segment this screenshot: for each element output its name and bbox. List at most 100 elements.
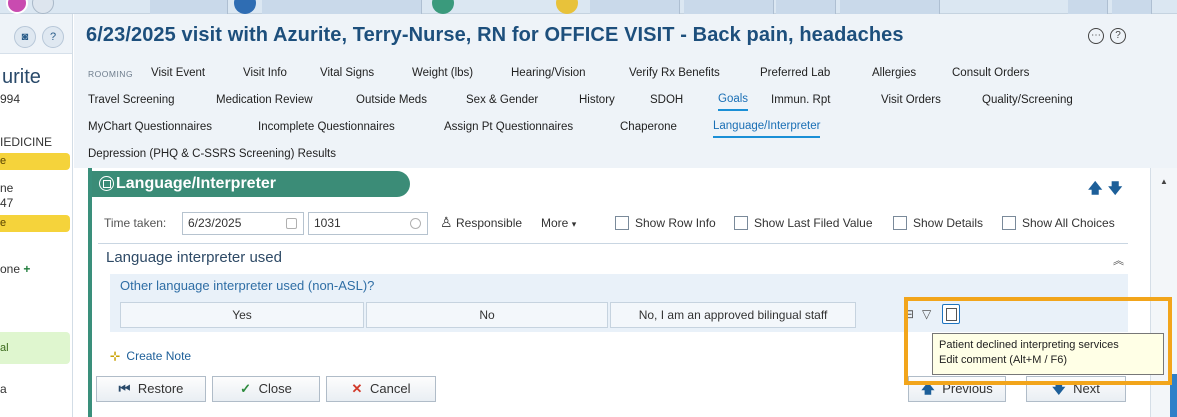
restore-button[interactable]: ⏮ Restore	[96, 376, 206, 402]
date-input[interactable]: 6/23/2025	[182, 212, 304, 235]
nav-link[interactable]: Incomplete Questionnaires	[258, 116, 395, 138]
activity-tab[interactable]	[150, 0, 228, 14]
nav-link[interactable]: History	[579, 89, 615, 111]
nav-link[interactable]: Vital Signs	[320, 62, 374, 84]
show-details-label[interactable]: Show Details	[913, 216, 983, 230]
alert-badge[interactable]: e	[0, 153, 70, 170]
help-icon[interactable]: ?	[1110, 28, 1126, 44]
nav-link-goals[interactable]: Goals	[718, 89, 749, 111]
nav-link[interactable]: Chaperone	[620, 116, 677, 138]
nav-link[interactable]: Immun. Rpt	[771, 89, 830, 111]
calendar-icon[interactable]	[286, 218, 297, 229]
nav-link[interactable]: Quality/Screening	[982, 89, 1073, 111]
plus-icon[interactable]: +	[23, 262, 30, 276]
nav-link[interactable]: Consult Orders	[952, 62, 1029, 84]
choice-no-button[interactable]: No	[366, 302, 608, 328]
activity-icon[interactable]	[6, 0, 28, 14]
close-label: Close	[258, 381, 292, 396]
activity-icon[interactable]	[234, 0, 256, 14]
show-all-choices-label[interactable]: Show All Choices	[1022, 216, 1115, 230]
cancel-button[interactable]: ✕ Cancel	[326, 376, 436, 402]
activity-tab[interactable]	[590, 0, 680, 14]
patient-id: 994	[0, 92, 21, 106]
nav-link-language-interpreter[interactable]: Language/Interpreter	[713, 116, 821, 138]
choice-yes-button[interactable]: Yes	[120, 302, 364, 328]
scroll-up-arrow-icon[interactable]: ▲	[1160, 177, 1168, 186]
collapse-chevron-icon[interactable]: ︽	[1113, 252, 1124, 268]
nav-link[interactable]: Preferred Lab	[760, 62, 830, 84]
nav-link[interactable]: Travel Screening	[88, 89, 175, 111]
group-title: Language interpreter used	[106, 249, 282, 266]
nav-link[interactable]: Visit Event	[151, 62, 205, 84]
sidebar-icon-bar: ◙ ?	[0, 14, 72, 54]
section-accent-bar	[88, 168, 92, 417]
checkmark-icon: ✓	[240, 381, 252, 396]
show-row-info-checkbox[interactable]	[615, 216, 629, 230]
sidebar-green-badge[interactable]: al	[0, 332, 70, 364]
divider	[98, 243, 1128, 244]
more-menu-button[interactable]: More ▾	[541, 216, 576, 230]
nav-link[interactable]: Medication Review	[216, 89, 313, 111]
nav-link[interactable]: MyChart Questionnaires	[88, 116, 212, 138]
choice-bilingual-staff-button[interactable]: No, I am an approved bilingual staff	[610, 302, 856, 328]
navigator-links: ROOMING Visit Event Visit Info Vital Sig…	[74, 62, 1177, 168]
activity-tab[interactable]	[1112, 0, 1152, 14]
show-last-filed-value-label[interactable]: Show Last Filed Value	[754, 216, 873, 230]
show-details-checkbox[interactable]	[893, 216, 907, 230]
restore-label: Restore	[137, 381, 184, 396]
help-icon[interactable]: ?	[42, 26, 64, 48]
show-all-choices-checkbox[interactable]	[1002, 216, 1016, 230]
nav-link[interactable]: Visit Orders	[881, 89, 941, 111]
alert-badge[interactable]: e	[0, 215, 70, 232]
activity-tab[interactable]	[262, 0, 422, 14]
restore-icon: ⏮	[118, 381, 131, 396]
show-row-info-label[interactable]: Show Row Info	[635, 216, 716, 230]
page-title: 6/23/2025 visit with Azurite, Terry-Nurs…	[86, 24, 904, 46]
create-note-label: Create Note	[126, 349, 192, 363]
more-label: More	[541, 216, 569, 230]
sidebar-text: 47	[0, 196, 14, 210]
navigator-row: Travel Screening Medication Review Outsi…	[74, 89, 1174, 111]
nav-link[interactable]: Verify Rx Benefits	[629, 62, 720, 84]
nav-link[interactable]: Visit Info	[243, 62, 287, 84]
section-title: Language/Interpreter	[116, 175, 277, 192]
nav-link[interactable]: Allergies	[872, 62, 916, 84]
activity-icon[interactable]	[556, 0, 578, 14]
x-icon: ✕	[351, 381, 363, 396]
nav-link[interactable]: Hearing/Vision	[511, 62, 586, 84]
show-last-filed-value-checkbox[interactable]	[734, 216, 748, 230]
tooltip-comment-text: Patient declined interpreting services	[939, 339, 1119, 351]
activity-tab[interactable]	[840, 0, 940, 14]
sidebar-text: ne	[0, 181, 14, 195]
more-options-icon[interactable]: ⋯	[1088, 28, 1104, 44]
nav-link[interactable]: Sex & Gender	[466, 89, 538, 111]
move-down-arrow-icon[interactable]: 🡇	[1108, 178, 1122, 202]
move-up-arrow-icon[interactable]: 🡅	[1088, 178, 1102, 202]
activity-tab-strip	[0, 0, 1177, 14]
department: IEDICINE	[0, 135, 53, 149]
activity-tab[interactable]	[1068, 0, 1108, 14]
activity-icon[interactable]	[32, 0, 54, 14]
note-plus-icon: ⊹	[110, 349, 121, 363]
time-input[interactable]: 1031	[308, 212, 428, 235]
close-button[interactable]: ✓ Close	[212, 376, 320, 402]
activity-tab[interactable]	[776, 0, 836, 14]
nav-link[interactable]: SDOH	[650, 89, 683, 111]
activity-icon[interactable]	[432, 0, 454, 14]
cancel-label: Cancel	[370, 381, 411, 396]
nav-link[interactable]: Assign Pt Questionnaires	[444, 116, 573, 138]
navigator-row: Depression (PHQ & C-SSRS Screening) Resu…	[74, 143, 1174, 165]
sidebar-add-item[interactable]: one +	[0, 262, 30, 276]
navigator-row: MyChart Questionnaires Incomplete Questi…	[74, 116, 1174, 138]
nav-link[interactable]: Outside Meds	[356, 89, 427, 111]
nav-link[interactable]: Weight (lbs)	[412, 62, 473, 84]
nav-link[interactable]: Depression (PHQ & C-SSRS Screening) Resu…	[88, 143, 336, 165]
section-grid-icon	[99, 176, 114, 191]
visit-header: 6/23/2025 visit with Azurite, Terry-Nurs…	[74, 14, 1177, 62]
clock-icon[interactable]	[410, 218, 421, 229]
time-taken-label: Time taken:	[104, 216, 167, 230]
contact-icon[interactable]: ◙	[14, 26, 36, 48]
activity-tab[interactable]	[684, 0, 774, 14]
create-note-link[interactable]: ⊹ Create Note	[110, 349, 191, 363]
responsible-button[interactable]: Responsible	[456, 216, 522, 230]
